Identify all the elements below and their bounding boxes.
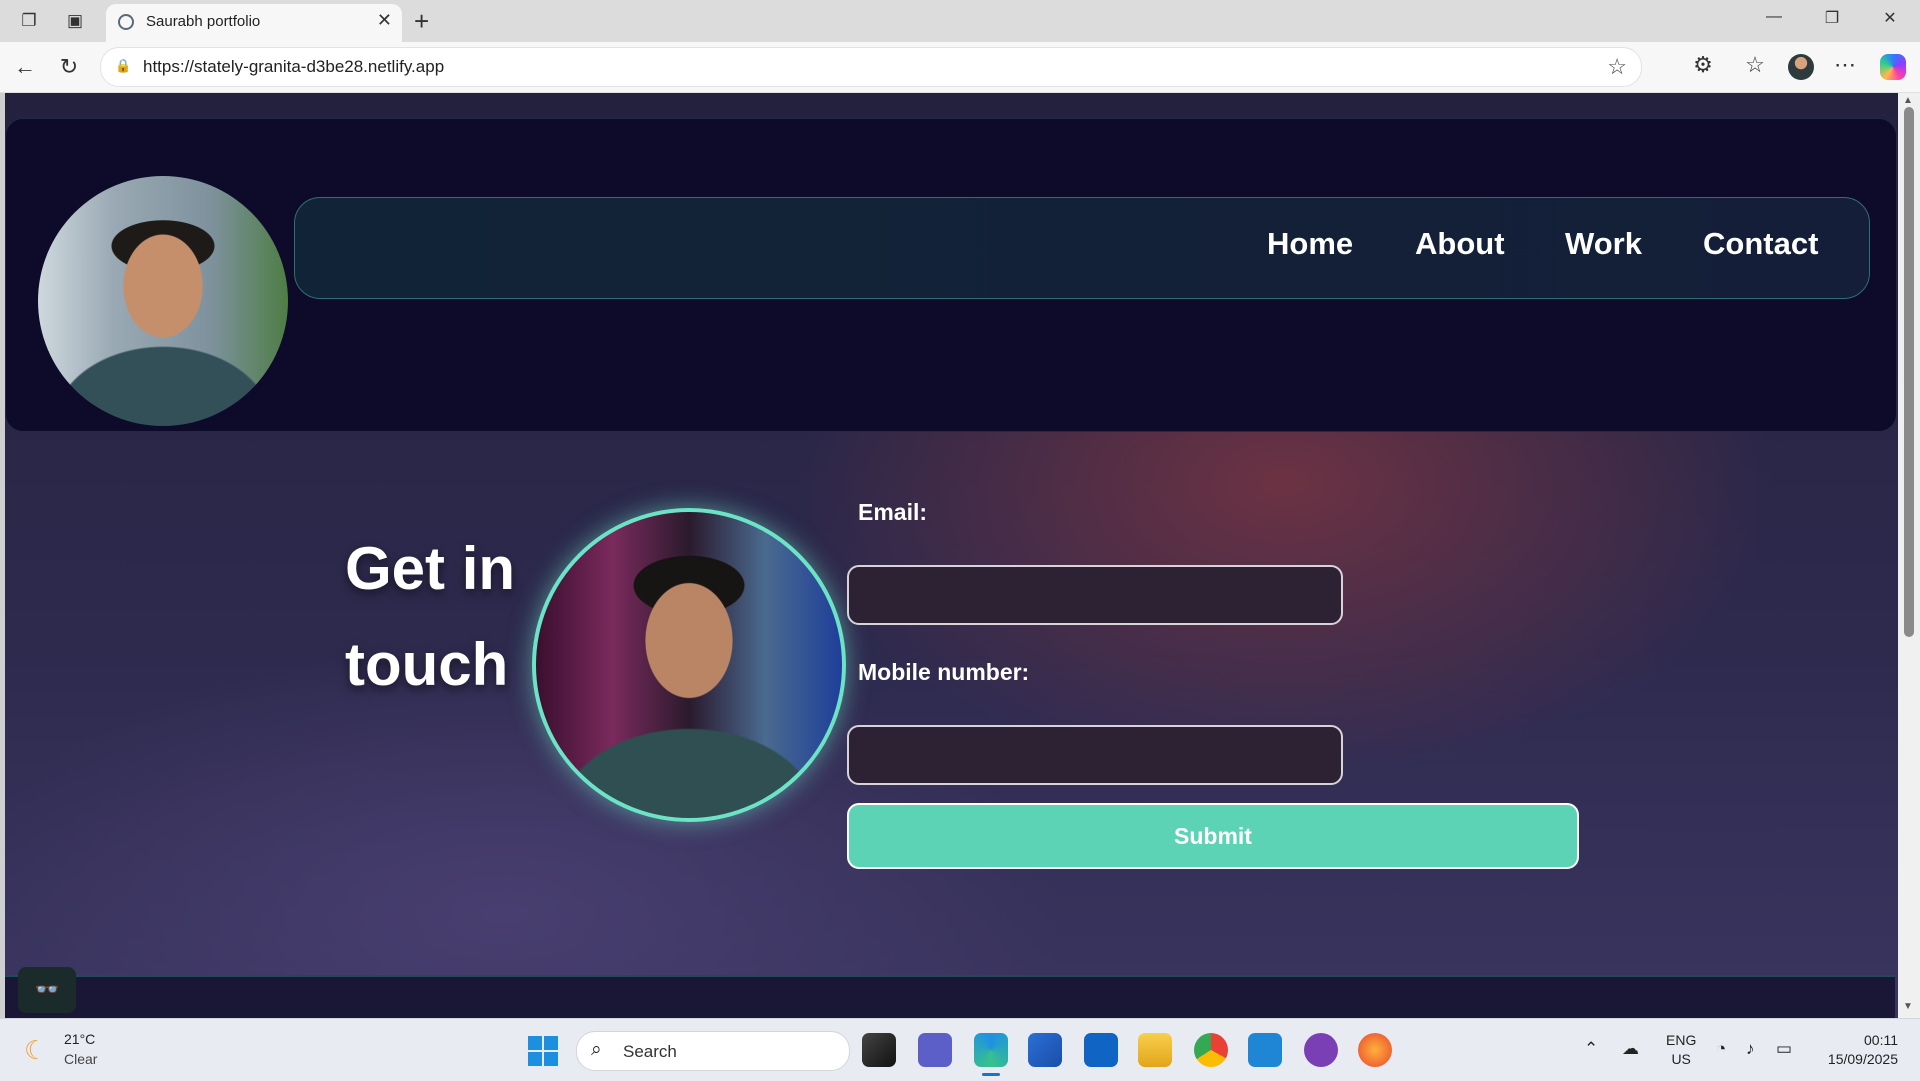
scroll-down-icon[interactable]: ▼ (1903, 1001, 1913, 1012)
copilot-icon[interactable] (1880, 54, 1906, 80)
clock-time: 00:11 (1864, 1032, 1898, 1048)
clock-date: 15/09/2025 (1827, 1051, 1898, 1067)
more-icon[interactable]: ⋯ (1830, 52, 1860, 78)
taskbar-search[interactable]: ⌕ Search (576, 1031, 850, 1071)
scroll-thumb[interactable] (1904, 107, 1914, 637)
page-viewport: Home About Work Contact Get in touch Ema… (5, 93, 1898, 1018)
site-favicon-icon (118, 14, 134, 30)
heading-line-2: touch (345, 631, 509, 698)
scroll-up-icon[interactable]: ▲ (1903, 95, 1913, 106)
address-bar[interactable]: 🔒 https://stately-granita-d3be28.netlify… (100, 47, 1642, 87)
site-header: Home About Work Contact (5, 118, 1897, 432)
weather-temperature[interactable]: 21°C (64, 1031, 95, 1047)
new-tab-button[interactable]: + (414, 6, 429, 37)
edge-icon[interactable] (974, 1033, 1008, 1076)
puzzle-icon[interactable]: ⚙ (1688, 52, 1718, 78)
favorites-icon[interactable]: ☆ (1740, 52, 1770, 78)
email-label: Email: (858, 499, 928, 525)
header-profile-photo (38, 176, 288, 426)
nav-about[interactable]: About (1415, 226, 1505, 262)
heading-line-1: Get in (345, 535, 516, 602)
input-language[interactable]: ENG US (1666, 1031, 1696, 1069)
file-explorer-icon[interactable] (1138, 1033, 1172, 1067)
contact-profile-photo (532, 508, 846, 822)
window-close-icon[interactable]: ✕ (1870, 8, 1910, 28)
nav-home[interactable]: Home (1267, 226, 1353, 262)
chrome-icon[interactable] (1194, 1033, 1228, 1067)
search-placeholder: Search (623, 1042, 677, 1061)
minimize-icon[interactable]: — (1754, 8, 1794, 26)
tab-title: Saurabh portfolio (146, 13, 261, 30)
refresh-icon[interactable]: ↻ (54, 54, 84, 80)
email-field[interactable] (847, 565, 1343, 625)
lock-icon[interactable]: 🔒 (115, 58, 131, 73)
site-navigation: Home About Work Contact (294, 197, 1870, 299)
eyes-icon[interactable]: 👓 (18, 967, 76, 1013)
browser-toolbar: ← ↻ 🔒 https://stately-granita-d3be28.net… (0, 42, 1920, 93)
contact-heading: Get in touch (345, 521, 545, 713)
submit-button[interactable]: Submit (847, 803, 1579, 869)
onedrive-icon[interactable]: ☁ (1622, 1039, 1639, 1059)
system-clock[interactable]: 00:11 15/09/2025 (1818, 1031, 1898, 1069)
vertical-tabs-icon[interactable]: ▣ (64, 10, 86, 32)
nav-contact[interactable]: Contact (1703, 226, 1818, 262)
battery-icon[interactable]: ▭ (1776, 1039, 1792, 1059)
browser-tab-active[interactable]: Saurabh portfolio ✕ (106, 4, 402, 42)
task-view-icon[interactable] (862, 1033, 896, 1067)
show-hidden-icons-icon[interactable]: ⌃ (1584, 1039, 1598, 1059)
windows-taskbar: ☾ 21°C Clear ⌕ Search ⌃ ☁ ENG US ◔ ♪ ▭ 0… (0, 1018, 1920, 1081)
mobile-label: Mobile number: (858, 659, 1030, 685)
favorite-star-icon[interactable]: ☆ (1607, 54, 1627, 80)
store-icon[interactable] (1028, 1033, 1062, 1067)
close-tab-icon[interactable]: ✕ (377, 10, 392, 31)
teams-icon[interactable] (918, 1033, 952, 1067)
browser-tab-strip: ❐ ▣ Saurabh portfolio ✕ + — ❐ ✕ (0, 0, 1920, 42)
weather-condition[interactable]: Clear (64, 1051, 97, 1067)
region-code: US (1671, 1051, 1691, 1067)
volume-icon[interactable]: ♪ (1746, 1039, 1755, 1059)
search-icon: ⌕ (591, 1039, 602, 1060)
wifi-icon[interactable]: ◔ (1716, 1039, 1726, 1059)
mobile-number-field[interactable] (847, 725, 1343, 785)
back-arrow-icon[interactable]: ← (10, 54, 40, 80)
nav-work[interactable]: Work (1565, 226, 1642, 262)
outlook-icon[interactable] (1084, 1033, 1118, 1067)
url-text[interactable]: https://stately-granita-d3be28.netlify.a… (143, 57, 444, 77)
moon-weather-icon[interactable]: ☾ (24, 1035, 47, 1066)
language-code: ENG (1666, 1032, 1697, 1048)
page-scrollbar[interactable]: ▲ ▼ (1898, 93, 1920, 1018)
github-desktop-icon[interactable] (1304, 1033, 1338, 1067)
firefox-icon[interactable] (1358, 1033, 1392, 1067)
footer-strip (5, 975, 1895, 1018)
tab-actions-icon[interactable]: ❐ (18, 10, 40, 32)
windows-start-icon[interactable] (528, 1036, 558, 1066)
vscode-icon[interactable] (1248, 1033, 1282, 1067)
restore-icon[interactable]: ❐ (1812, 8, 1852, 28)
profile-avatar[interactable] (1788, 54, 1814, 80)
